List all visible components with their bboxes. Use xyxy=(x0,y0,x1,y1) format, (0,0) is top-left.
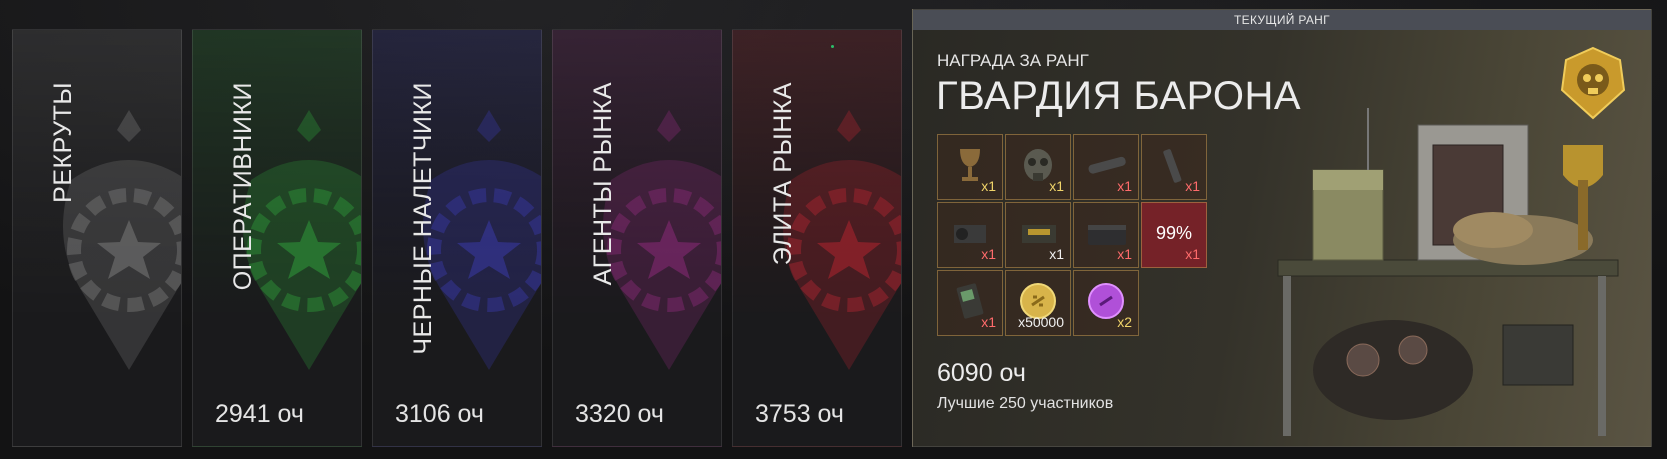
reward-quantity: x1 xyxy=(1117,178,1132,194)
rank-card[interactable]: ОПЕРАТИВНИКИ 2941 оч xyxy=(192,29,362,447)
reward-slot[interactable]: 99% x1 xyxy=(1141,202,1207,268)
rank-name: АГЕНТЫ РЫНКА xyxy=(589,30,617,446)
reward-quantity: x1 xyxy=(1049,178,1064,194)
participants-label: Лучшие 250 участников xyxy=(937,395,1114,412)
rank-name: ОПЕРАТИВНИКИ xyxy=(229,30,257,446)
rank-points: 3753 оч xyxy=(755,400,844,428)
reward-slot[interactable]: x1 xyxy=(937,270,1003,336)
rank-name-label: РЕКРУТЫ xyxy=(49,82,77,203)
reward-slot[interactable]: x1 xyxy=(937,202,1003,268)
decorative-speck xyxy=(831,45,834,48)
reward-quantity: x1 xyxy=(981,178,996,194)
golden-skull-badge-icon xyxy=(1560,46,1626,120)
rank-name-label: ЭЛИТА РЫНКА xyxy=(769,82,797,266)
rank-card[interactable]: ЭЛИТА РЫНКА 3753 оч xyxy=(732,29,902,447)
rank-card[interactable]: РЕКРУТЫ xyxy=(12,29,182,447)
reward-slot[interactable]: x2 xyxy=(1073,270,1139,336)
reward-quantity: x1 xyxy=(981,246,996,262)
reward-caption: НАГРАДА ЗА РАНГ xyxy=(937,51,1089,70)
reward-slot[interactable]: x1 xyxy=(937,134,1003,200)
rank-card[interactable]: ЧЕРНЫЕ НАЛЕТЧИКИ 3106 оч xyxy=(372,29,542,447)
rank-points: 2941 оч xyxy=(215,400,304,428)
reward-quantity: x2 xyxy=(1117,314,1132,330)
reward-slot[interactable]: x50000 xyxy=(1005,270,1071,336)
reward-slot[interactable]: x1 xyxy=(1005,134,1071,200)
rank-card[interactable]: АГЕНТЫ РЫНКА 3320 оч xyxy=(552,29,722,447)
reward-slot[interactable]: x1 xyxy=(1073,134,1139,200)
reward-slot[interactable]: x1 xyxy=(1141,134,1207,200)
reward-slot[interactable]: x1 xyxy=(1005,202,1071,268)
rank-name: ЧЕРНЫЕ НАЛЕТЧИКИ xyxy=(409,30,437,446)
rank-name-label: ОПЕРАТИВНИКИ xyxy=(229,82,257,291)
rank-name: РЕКРУТЫ xyxy=(49,30,77,446)
percent-boost-icon: 99% xyxy=(1155,223,1193,243)
rank-points: 3320 оч xyxy=(575,400,664,428)
rank-name: ЭЛИТА РЫНКА xyxy=(769,30,797,446)
reward-quantity: x50000 xyxy=(1018,314,1064,330)
current-rank-points: 6090 оч xyxy=(937,359,1026,387)
reward-illustration xyxy=(1277,108,1619,436)
reward-quantity: x1 xyxy=(981,314,996,330)
rank-points: 3106 оч xyxy=(395,400,484,428)
reward-slot[interactable]: x1 xyxy=(1073,202,1139,268)
current-rank-panel: ТЕКУЩИЙ РАНГ НАГРАДА ЗА РАНГ ГВАРДИЯ БАР… xyxy=(912,9,1652,447)
reward-quantity: x1 xyxy=(1185,178,1200,194)
rank-name-label: ЧЕРНЫЕ НАЛЕТЧИКИ xyxy=(409,82,437,355)
reward-quantity: x1 xyxy=(1049,246,1064,262)
reward-quantity: x1 xyxy=(1185,246,1200,262)
rank-name-label: АГЕНТЫ РЫНКА xyxy=(589,82,617,286)
current-rank-header: ТЕКУЩИЙ РАНГ xyxy=(913,10,1651,30)
reward-quantity: x1 xyxy=(1117,246,1132,262)
